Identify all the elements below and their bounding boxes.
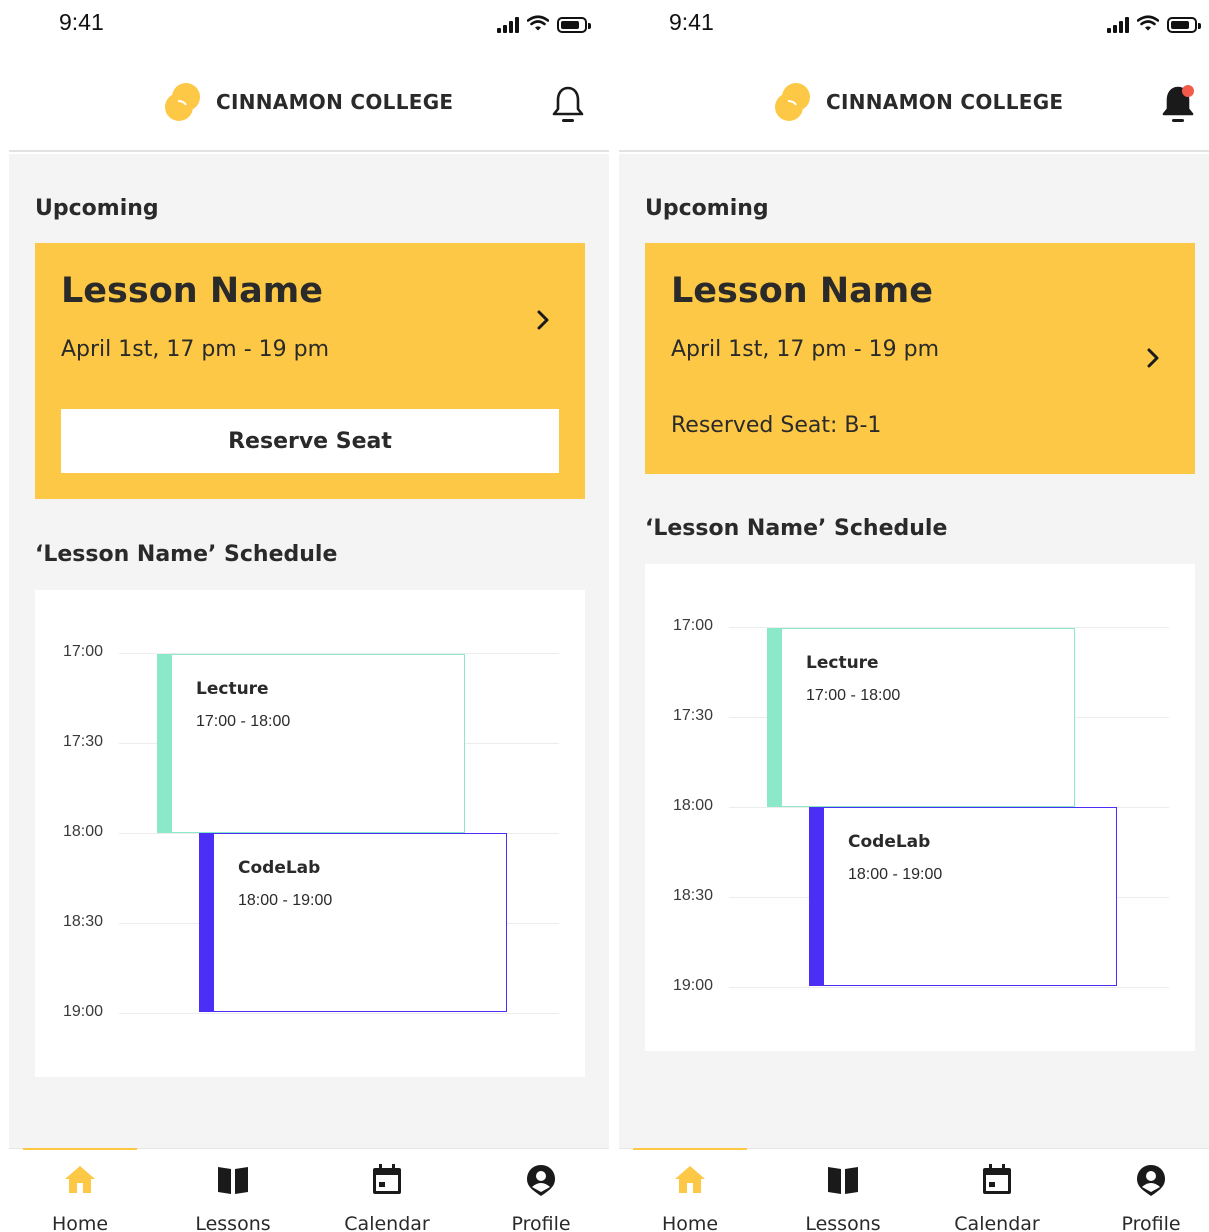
status-icons — [497, 15, 591, 34]
event-color-bar — [200, 834, 214, 1011]
signal-icon — [497, 16, 519, 33]
time-label: 17:30 — [63, 733, 104, 750]
chevron-right-icon[interactable] — [535, 309, 551, 331]
time-label: 17:30 — [673, 707, 714, 724]
tab-profile[interactable]: Profile — [1076, 1149, 1209, 1232]
event-codelab[interactable]: CodeLab 18:00 - 19:00 — [199, 833, 507, 1012]
tab-label: Profile — [1121, 1213, 1181, 1232]
battery-icon — [1167, 16, 1201, 33]
tab-label: Lessons — [195, 1213, 271, 1232]
lesson-date: April 1st, 17 pm - 19 pm — [671, 337, 940, 362]
event-color-bar — [158, 655, 172, 832]
main-content: Upcoming Lesson Name April 1st, 17 pm - … — [619, 154, 1209, 1148]
brand-name: CINNAMON COLLEGE — [826, 90, 1064, 114]
status-time: 9:41 — [59, 9, 104, 35]
status-icons — [1107, 15, 1201, 34]
grid-line — [729, 987, 1169, 988]
event-title: Lecture — [196, 679, 269, 699]
time-label: 18:00 — [673, 797, 714, 814]
tab-label: Calendar — [344, 1213, 430, 1232]
brand[interactable]: CINNAMON COLLEGE — [774, 82, 1063, 122]
time-label: 17:00 — [673, 617, 714, 634]
tab-home[interactable]: Home — [9, 1149, 155, 1232]
battery-icon — [557, 16, 591, 33]
event-lecture[interactable]: Lecture 17:00 - 18:00 — [157, 654, 465, 833]
schedule-card: 17:00 17:30 18:00 18:30 19:00 Lecture 17… — [35, 590, 585, 1077]
notification-dot — [1182, 85, 1194, 97]
notification-bell-icon[interactable] — [551, 84, 585, 124]
profile-icon — [1137, 1165, 1165, 1196]
status-bar: 9:41 — [619, 0, 1209, 50]
cinnamon-logo-icon — [165, 83, 200, 121]
tab-calendar[interactable]: Calendar — [922, 1149, 1072, 1232]
reserved-seat-text: Reserved Seat: B-1 — [671, 413, 882, 438]
time-label: 17:00 — [63, 643, 104, 660]
tab-home[interactable]: Home — [619, 1149, 765, 1232]
status-bar: 9:41 — [9, 0, 609, 50]
event-lecture[interactable]: Lecture 17:00 - 18:00 — [767, 628, 1075, 807]
event-title: CodeLab — [238, 858, 321, 878]
chevron-right-icon[interactable] — [1145, 347, 1161, 369]
tab-label: Calendar — [954, 1213, 1040, 1232]
schedule-card: 17:00 17:30 18:00 18:30 19:00 Lecture 17… — [645, 564, 1195, 1051]
upcoming-title: Upcoming — [35, 196, 159, 221]
time-label: 18:30 — [63, 913, 104, 930]
lesson-name: Lesson Name — [671, 271, 933, 311]
tab-calendar[interactable]: Calendar — [312, 1149, 462, 1232]
cinnamon-logo-icon — [775, 83, 810, 121]
brand[interactable]: CINNAMON COLLEGE — [164, 82, 453, 122]
upcoming-lesson-card[interactable]: Lesson Name April 1st, 17 pm - 19 pm Res… — [645, 243, 1195, 474]
book-icon — [218, 1167, 248, 1194]
reserve-seat-button[interactable]: Reserve Seat — [61, 409, 559, 473]
time-label: 18:00 — [63, 823, 104, 840]
event-time: 18:00 - 19:00 — [848, 866, 943, 883]
tab-label: Home — [51, 1213, 109, 1232]
event-color-bar — [810, 808, 824, 985]
time-label: 19:00 — [673, 977, 714, 994]
tab-label: Home — [661, 1213, 719, 1232]
event-time: 18:00 - 19:00 — [238, 892, 333, 909]
tab-bar: Home Lessons Calendar Profile — [619, 1148, 1209, 1232]
event-codelab[interactable]: CodeLab 18:00 - 19:00 — [809, 807, 1117, 986]
calendar-icon — [373, 1164, 401, 1194]
wifi-icon — [1136, 15, 1160, 34]
screen-reserved: 9:41 CINNAMON COLLEGE Upcoming Lesson Na… — [619, 0, 1209, 1232]
app-header: CINNAMON COLLEGE — [9, 60, 609, 152]
time-label: 19:00 — [63, 1003, 104, 1020]
event-time: 17:00 - 18:00 — [196, 713, 291, 730]
grid-line — [119, 1013, 559, 1014]
time-label: 18:30 — [673, 887, 714, 904]
signal-icon — [1107, 16, 1129, 33]
upcoming-lesson-card[interactable]: Lesson Name April 1st, 17 pm - 19 pm Res… — [35, 243, 585, 499]
schedule-title: ‘Lesson Name’ Schedule — [645, 516, 948, 541]
event-time: 17:00 - 18:00 — [806, 687, 901, 704]
home-icon — [65, 1166, 95, 1193]
event-title: Lecture — [806, 653, 879, 673]
app-header: CINNAMON COLLEGE — [619, 60, 1209, 152]
schedule-title: ‘Lesson Name’ Schedule — [35, 542, 338, 567]
lesson-name: Lesson Name — [61, 271, 323, 311]
book-icon — [828, 1167, 858, 1194]
status-time: 9:41 — [669, 9, 714, 35]
tab-bar: Home Lessons Calendar Profile — [9, 1148, 609, 1232]
tab-label: Lessons — [805, 1213, 881, 1232]
calendar-icon — [983, 1164, 1011, 1194]
tab-lessons[interactable]: Lessons — [158, 1149, 308, 1232]
event-title: CodeLab — [848, 832, 931, 852]
tab-label: Profile — [511, 1213, 571, 1232]
lesson-date: April 1st, 17 pm - 19 pm — [61, 337, 330, 362]
home-icon — [675, 1166, 705, 1193]
wifi-icon — [526, 15, 550, 34]
profile-icon — [527, 1165, 555, 1196]
main-content: Upcoming Lesson Name April 1st, 17 pm - … — [9, 154, 609, 1148]
tab-lessons[interactable]: Lessons — [768, 1149, 918, 1232]
brand-name: CINNAMON COLLEGE — [216, 90, 454, 114]
screen-reserve: 9:41 CINNAMON COLLEGE Upcoming Lesson Na… — [9, 0, 609, 1232]
event-color-bar — [768, 629, 782, 806]
notification-bell-active-icon[interactable] — [1161, 84, 1195, 124]
upcoming-title: Upcoming — [645, 196, 769, 221]
tab-profile[interactable]: Profile — [466, 1149, 609, 1232]
